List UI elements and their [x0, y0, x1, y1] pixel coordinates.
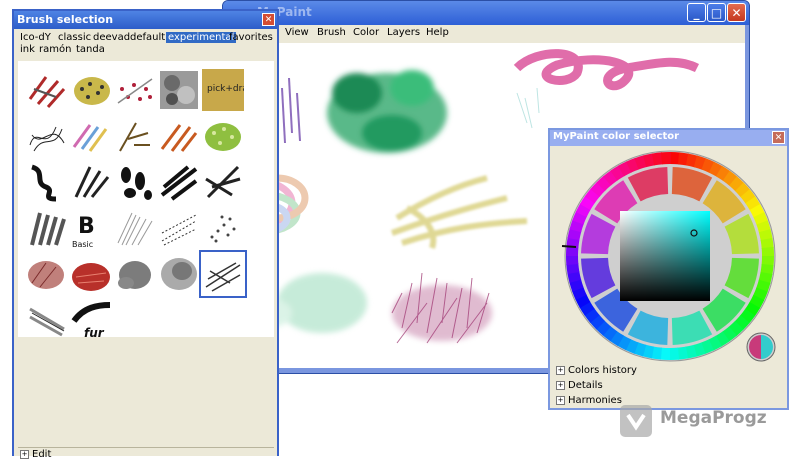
brush-tile[interactable] [158, 161, 200, 203]
brush-tile[interactable]: B Basic [70, 207, 112, 249]
menu-brush[interactable]: Brush [317, 27, 346, 38]
expand-icon: + [556, 395, 565, 405]
expand-icon: + [556, 380, 565, 390]
brush-tile[interactable] [26, 69, 68, 111]
current-color-swatch [746, 332, 776, 362]
tab-ico-dy[interactable]: Ico-dY [20, 32, 51, 43]
brush-tile[interactable]: fur [70, 299, 112, 341]
tile-label-fur: fur [84, 326, 105, 340]
brush-grid: pick+drag color [18, 61, 279, 340]
main-title-bar[interactable]: MyPaint _ □ ✕ [223, 1, 749, 25]
tab-ink[interactable]: ink [20, 44, 35, 55]
hue-slice[interactable] [761, 246, 774, 258]
tab-experimental[interactable]: experimental [166, 32, 237, 43]
watermark-logo-icon [620, 405, 652, 437]
brush-window-close-button[interactable]: ✕ [262, 13, 275, 26]
menu-color[interactable]: Color [353, 27, 379, 38]
svg-text:B: B [78, 214, 95, 239]
close-button[interactable]: ✕ [727, 3, 746, 22]
brush-window-title: Brush selection [17, 13, 114, 26]
color-window-title: MyPaint color selector [553, 131, 680, 142]
tab-deevad[interactable]: deevad [93, 32, 130, 43]
brush-tile[interactable] [202, 207, 244, 249]
brush-tile[interactable] [158, 69, 200, 111]
brush-tile[interactable] [70, 115, 112, 157]
brush-tile[interactable] [26, 115, 68, 157]
expand-icon: + [20, 449, 29, 459]
details-expander[interactable]: + Details [556, 380, 603, 391]
teal-scribble [516, 87, 540, 129]
hue-slice[interactable] [668, 347, 680, 360]
brush-tile[interactable] [70, 161, 112, 203]
green-blob-cluster [327, 70, 447, 153]
brush-tile[interactable] [158, 207, 200, 249]
hue-slice[interactable] [566, 254, 579, 266]
yellow-strokes [390, 175, 528, 249]
magenta-fur-fill [392, 285, 492, 341]
brush-tile[interactable] [26, 161, 68, 203]
brush-tile[interactable] [26, 207, 68, 249]
tile-label-basic: Basic [72, 240, 93, 249]
brush-tile[interactable] [26, 253, 68, 295]
brush-tile[interactable] [114, 69, 156, 111]
tile-label-pick-drag: pick+drag color [207, 84, 244, 94]
brush-tile[interactable] [114, 207, 156, 249]
brush-tile[interactable] [202, 161, 244, 203]
colors-history-expander[interactable]: + Colors history [556, 365, 637, 376]
color-window-close-button[interactable]: ✕ [772, 131, 785, 144]
tab-tanda[interactable]: tanda [76, 44, 105, 55]
tab-default[interactable]: default [130, 32, 165, 43]
brush-tile[interactable] [26, 299, 68, 341]
edit-expander[interactable]: + Edit [18, 447, 274, 460]
brush-tile[interactable] [202, 115, 244, 157]
brush-tile[interactable] [158, 253, 200, 295]
details-label: Details [568, 380, 603, 391]
tab-classic[interactable]: classic [58, 32, 91, 43]
colors-history-label: Colors history [568, 365, 637, 376]
brush-tile[interactable]: pick+drag color [202, 69, 279, 111]
brush-tile[interactable] [158, 115, 200, 157]
brush-tile[interactable] [70, 69, 112, 111]
hue-marker[interactable] [561, 245, 577, 248]
menu-help[interactable]: Help [426, 27, 449, 38]
minimize-button[interactable]: _ [687, 3, 706, 22]
color-window-title-bar[interactable]: MyPaint color selector ✕ [550, 130, 787, 146]
watermark: MegaProgz [612, 397, 798, 447]
brush-selection-window: Brush selection ✕ Ico-dY classic deevad … [12, 9, 279, 460]
menu-layers[interactable]: Layers [387, 27, 420, 38]
tab-ramon[interactable]: ramón [39, 44, 71, 55]
hue-slice[interactable] [660, 152, 672, 165]
expand-icon: + [556, 365, 565, 375]
tab-favorites[interactable]: favorites [229, 32, 273, 43]
menu-bar: View Brush Color Layers Help [227, 25, 745, 43]
brush-tile-selected[interactable] [199, 250, 247, 298]
color-selector-window: MyPaint color selector ✕ + Colors history… [548, 128, 789, 410]
menu-view[interactable]: View [285, 27, 309, 38]
pink-loop-stroke [513, 49, 700, 91]
edit-label: Edit [32, 449, 52, 460]
watermark-text: MegaProgz [660, 408, 767, 428]
brush-tile[interactable] [114, 161, 156, 203]
brush-window-title-bar[interactable]: Brush selection ✕ [14, 11, 277, 29]
brush-tile[interactable] [114, 253, 156, 295]
brush-tile[interactable] [114, 115, 156, 157]
maximize-button[interactable]: □ [707, 3, 726, 22]
brush-tile[interactable] [70, 253, 112, 295]
